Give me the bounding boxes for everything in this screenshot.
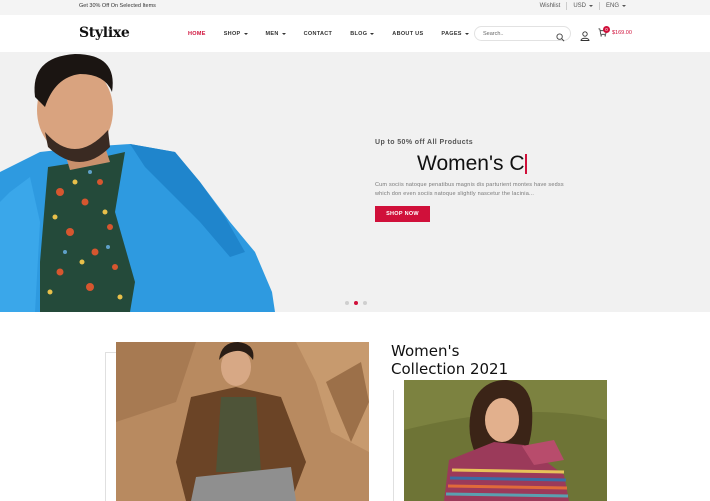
hero-title-text: Women's C bbox=[417, 152, 525, 175]
user-icon[interactable] bbox=[580, 28, 590, 46]
currency-label: USD bbox=[573, 3, 586, 9]
main-nav: HOME SHOP MEN CONTACT BLOG ABOUT US PAGE… bbox=[188, 31, 487, 37]
cart-count-badge: 0 bbox=[603, 26, 610, 33]
nav-label: CONTACT bbox=[303, 31, 333, 37]
search-box bbox=[474, 26, 571, 42]
language-label: ENG bbox=[605, 3, 619, 9]
chevron-down-icon bbox=[243, 33, 248, 35]
nav-item-pages[interactable]: PAGES bbox=[441, 31, 469, 37]
chevron-down-icon bbox=[370, 33, 375, 35]
hero-model-image bbox=[0, 52, 300, 312]
slider-dot-active[interactable] bbox=[354, 301, 358, 305]
logo[interactable]: Stylixe bbox=[79, 25, 130, 41]
frame-line bbox=[105, 352, 106, 501]
top-bar: Get 30% Off On Selected Items Wishlist U… bbox=[0, 0, 710, 15]
hero-subtitle: Up to 50% off All Products bbox=[375, 139, 474, 146]
language-select[interactable]: ENG bbox=[600, 3, 632, 9]
nav-label: ABOUT US bbox=[392, 31, 424, 37]
nav-label: MEN bbox=[265, 31, 279, 37]
collection-image-women[interactable] bbox=[404, 380, 607, 501]
collection-title-line1: Women's bbox=[391, 342, 460, 360]
hero-description: Cum sociis natoque penatibus magnis dis … bbox=[375, 182, 564, 197]
nav-item-men[interactable]: MEN bbox=[266, 31, 286, 37]
nav-item-blog[interactable]: BLOG bbox=[350, 31, 375, 37]
nav-label: HOME bbox=[188, 31, 206, 37]
chevron-down-icon bbox=[464, 33, 469, 35]
nav-label: BLOG bbox=[350, 31, 368, 37]
nav-item-contact[interactable]: CONTACT bbox=[304, 31, 333, 37]
collection-title: Women's Collection 2021 bbox=[391, 342, 508, 378]
nav-item-about-us[interactable]: ABOUT US bbox=[392, 31, 423, 37]
promo-text: Get 30% Off On Selected Items bbox=[79, 3, 156, 9]
slider-dots bbox=[345, 301, 372, 305]
frame-line bbox=[393, 390, 394, 501]
hero-content: Up to 50% off All Products Women's C Cum… bbox=[375, 139, 580, 222]
search-input[interactable] bbox=[483, 29, 553, 38]
collection-title-line2: Collection 2021 bbox=[391, 360, 509, 378]
currency-select[interactable]: USD bbox=[567, 3, 599, 9]
top-bar-links: Wishlist USD ENG bbox=[534, 2, 632, 10]
cart[interactable]: 0 $169.00 bbox=[598, 26, 632, 37]
cart-total: $169.00 bbox=[612, 29, 632, 36]
shop-now-button[interactable]: SHOP NOW bbox=[375, 206, 430, 222]
nav-item-home[interactable]: HOME bbox=[188, 31, 206, 37]
search-icon[interactable] bbox=[556, 29, 565, 47]
slider-dot[interactable] bbox=[363, 301, 367, 305]
nav-label: SHOP bbox=[223, 31, 241, 37]
wishlist-link[interactable]: Wishlist bbox=[534, 3, 567, 9]
nav-label: PAGES bbox=[441, 31, 462, 37]
collection-image-men[interactable] bbox=[116, 342, 369, 501]
chevron-down-icon bbox=[588, 5, 593, 7]
hero-slider: Up to 50% off All Products Women's C Cum… bbox=[0, 52, 710, 312]
slider-dot[interactable] bbox=[345, 301, 349, 305]
typing-cursor bbox=[525, 154, 528, 174]
main-header: Stylixe HOME SHOP MEN CONTACT BLOG ABOUT… bbox=[0, 15, 710, 52]
nav-item-shop[interactable]: SHOP bbox=[224, 31, 248, 37]
chevron-down-icon bbox=[622, 5, 626, 7]
chevron-down-icon bbox=[281, 33, 286, 35]
hero-title: Women's C bbox=[417, 152, 580, 176]
